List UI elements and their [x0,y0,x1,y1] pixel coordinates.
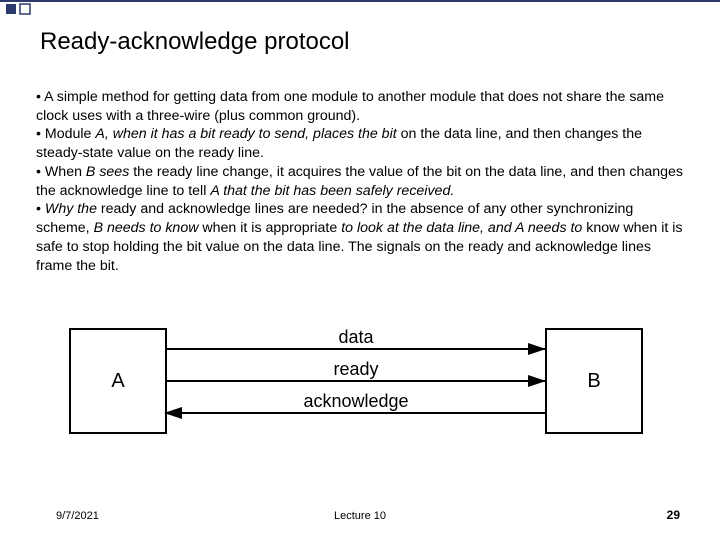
bullet-3-italic-1: B sees [86,164,129,180]
bullet-3: • When B sees the ready line change, it … [36,163,684,200]
bullet-4-italic-1: Why the [45,201,97,217]
module-a-label: A [111,370,125,392]
protocol-diagram: A B data ready acknowledge [68,307,644,443]
module-b-label: B [587,370,600,392]
bullet-4-mid-2: when it is appropriate [198,220,341,236]
bullet-2-italic: A, when it has a bit ready to send, plac… [95,126,396,142]
bullet-4-italic-3: to look at the data line, and A needs to [341,220,582,236]
footer-lecture: Lecture 10 [334,510,386,522]
bullet-4: • Why the ready and acknowledge lines ar… [36,200,684,275]
ready-line-label: ready [333,359,378,379]
header-decoration [0,0,720,18]
footer-page-number: 29 [667,508,680,522]
bullet-4-italic-2: B needs to know [94,220,199,236]
bullet-1-text: • A simple method for getting data from … [36,89,664,124]
body-text: • A simple method for getting data from … [36,88,684,275]
bullet-3-italic-2: A that the bit has been safely received. [210,183,454,199]
ack-line-label: acknowledge [303,391,408,411]
footer-date: 9/7/2021 [56,510,99,522]
data-line-label: data [338,327,374,347]
bullet-1: • A simple method for getting data from … [36,88,684,125]
bullet-3-prefix: • When [36,164,86,180]
slide-title: Ready-acknowledge protocol [40,28,350,56]
bullet-4-prefix: • [36,201,45,217]
bullet-2-prefix: • Module [36,126,95,142]
footer: 9/7/2021 Lecture 10 29 [0,502,720,522]
bullet-2: • Module A, when it has a bit ready to s… [36,125,684,162]
